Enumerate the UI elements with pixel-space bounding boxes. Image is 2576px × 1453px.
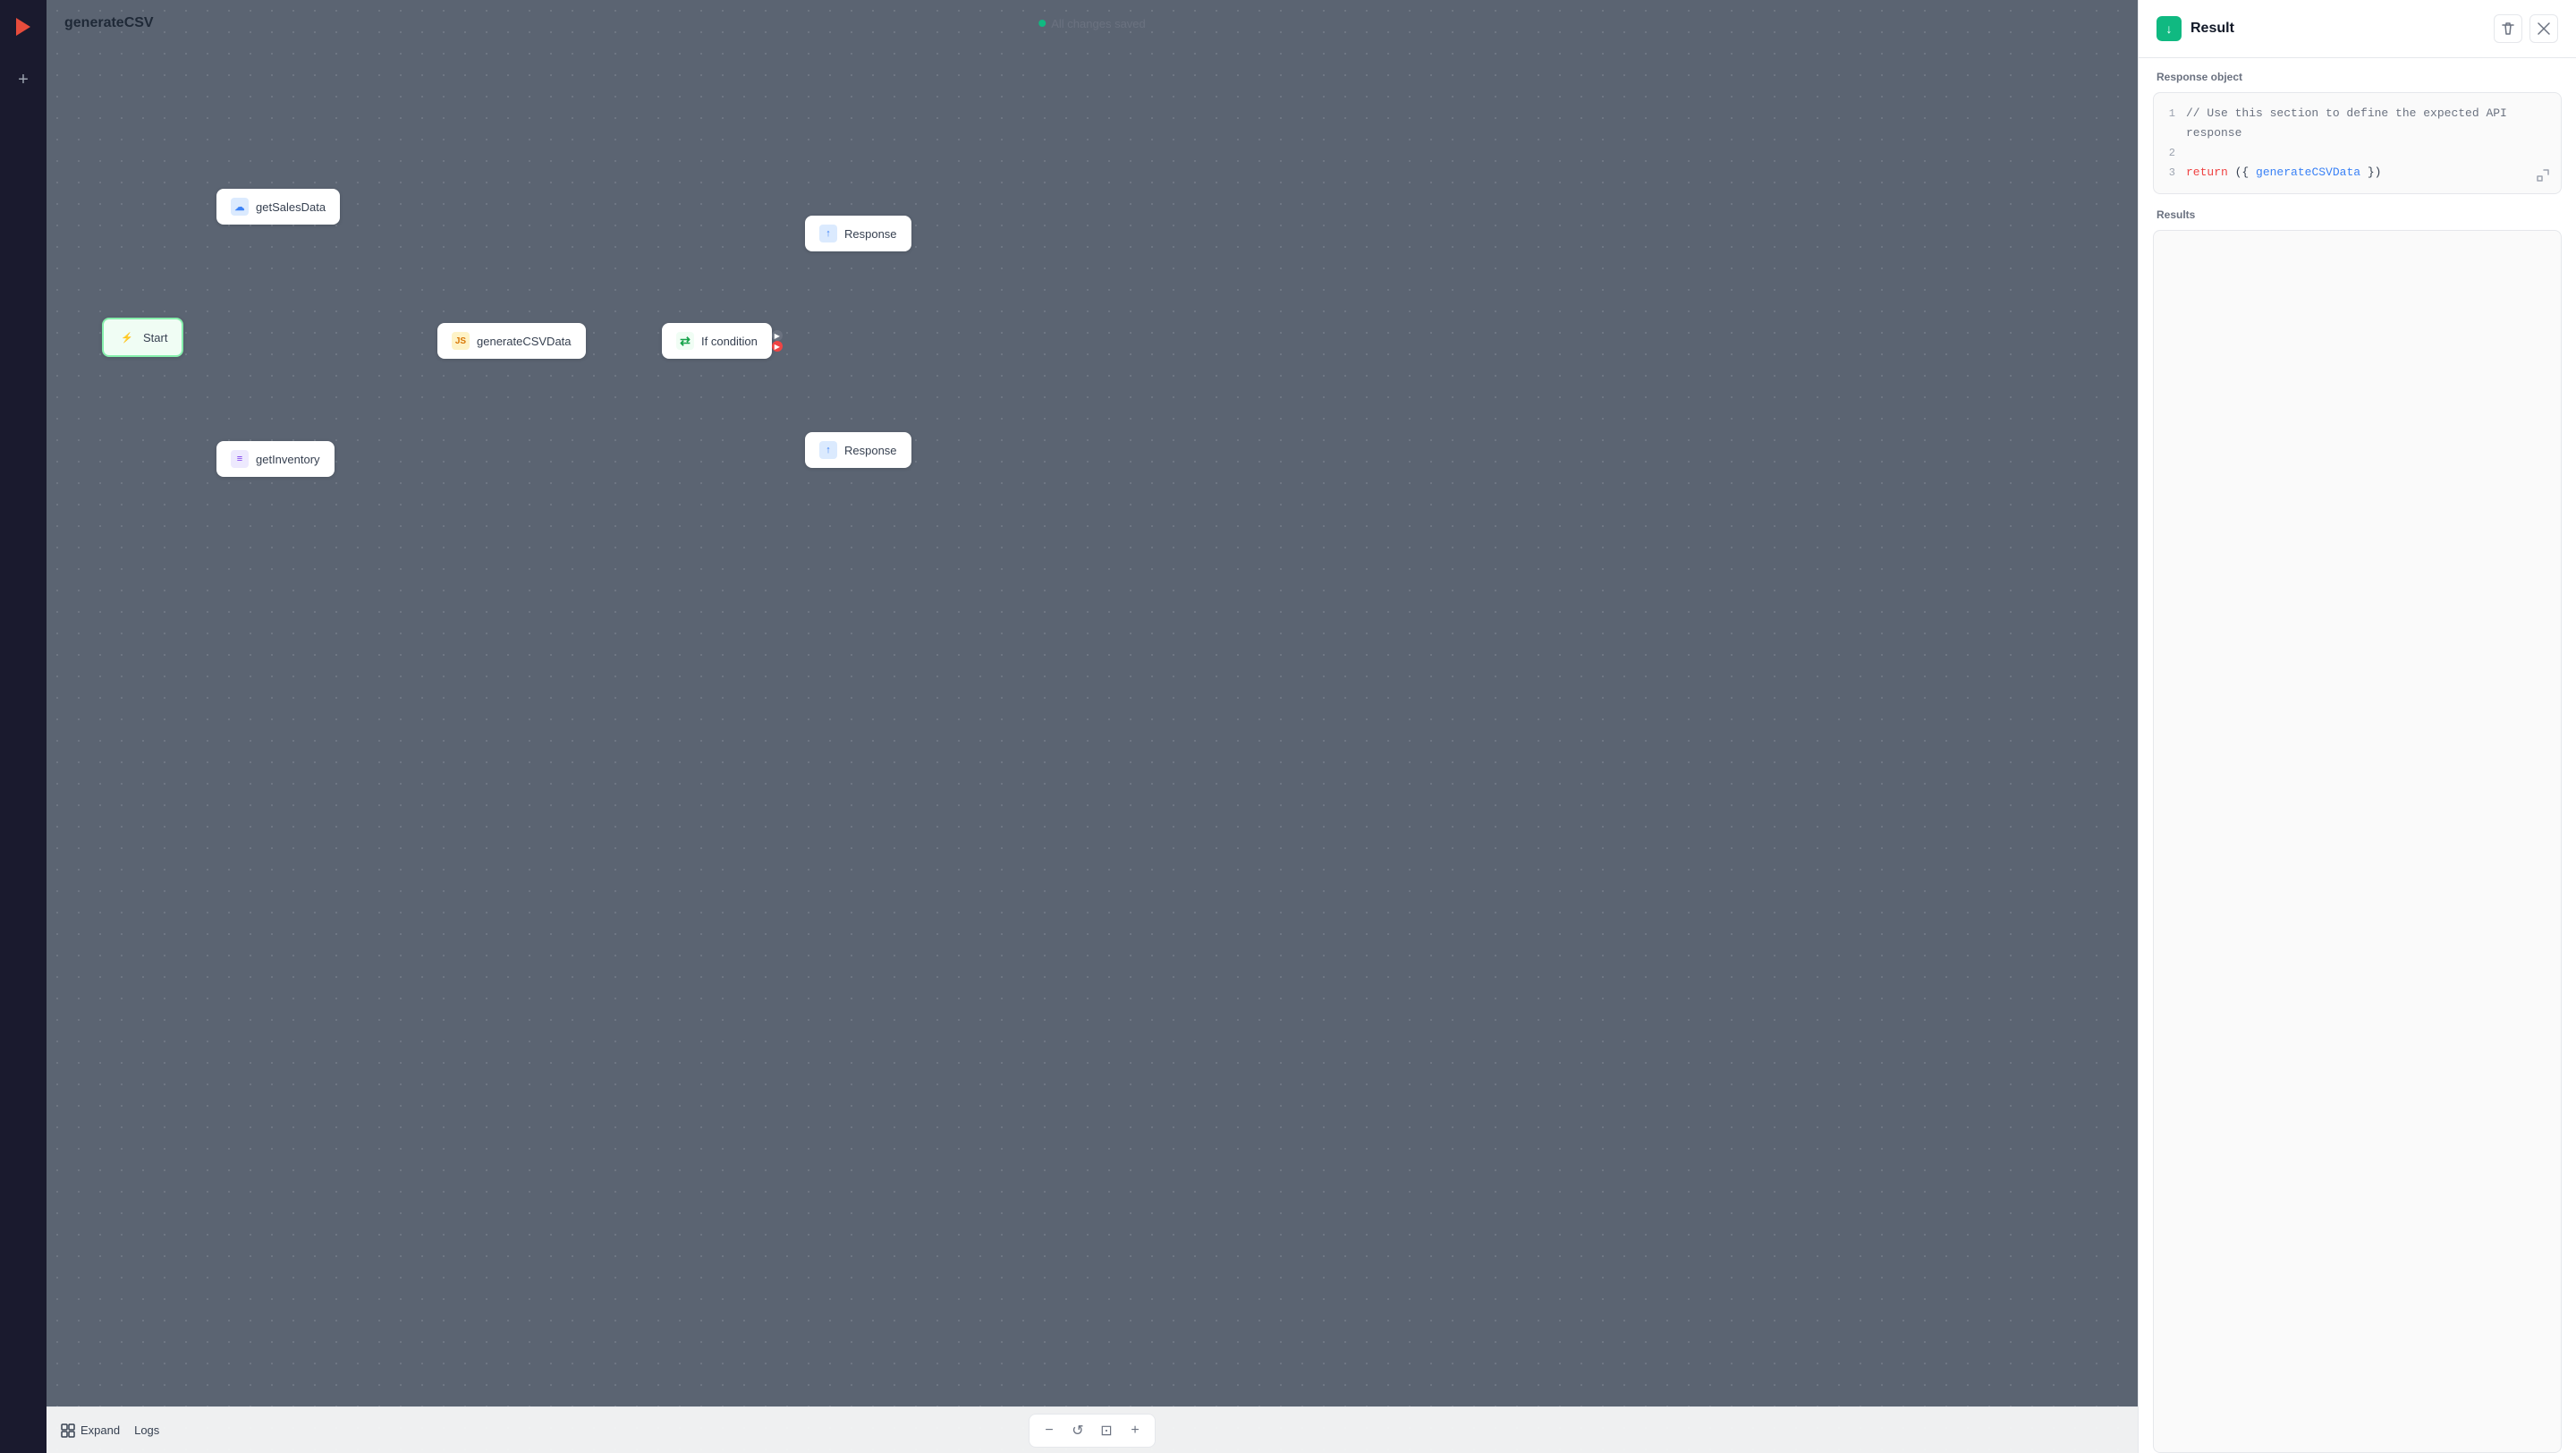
expand-label: Expand	[80, 1423, 120, 1437]
close-button[interactable]	[2529, 14, 2558, 43]
code-line-1-content: // Use this section to define the expect…	[2186, 104, 2550, 143]
generate-csv-data-label: generateCSVData	[477, 335, 572, 348]
node-if-condition[interactable]: ⇄ If condition ▶ ▶	[662, 323, 772, 359]
line-number-3: 3	[2154, 163, 2186, 183]
node-response-2[interactable]: ↑ Response	[805, 432, 911, 468]
results-label: Results	[2139, 208, 2576, 230]
if-condition-icon: ⇄	[676, 332, 694, 350]
panel-title-row: ↓ Result	[2157, 16, 2234, 41]
cloud-icon-salesdata: ☁	[231, 198, 249, 216]
canvas-area[interactable]: generateCSV All changes saved	[47, 0, 2138, 1453]
zoom-in-button[interactable]: +	[1124, 1420, 1146, 1441]
status-indicator: All changes saved	[1038, 17, 1146, 30]
node-response-1[interactable]: ↑ Response	[805, 216, 911, 251]
delete-button[interactable]	[2494, 14, 2522, 43]
zoom-fit-button[interactable]: ⊡	[1096, 1420, 1117, 1441]
logo-icon[interactable]	[11, 14, 36, 45]
response2-icon: ↑	[819, 441, 837, 459]
zoom-reset-button[interactable]: ↺	[1067, 1420, 1089, 1441]
line-number-2: 2	[2154, 143, 2186, 163]
start-node-label: Start	[143, 331, 167, 344]
node-generate-csv-data[interactable]: JS generateCSVData	[437, 323, 586, 359]
line-number-1: 1	[2154, 104, 2186, 123]
flow-canvas: ⚡ Start ☁ getSalesData ≡ getInventory JS…	[47, 0, 2138, 1453]
add-nav-icon[interactable]: +	[18, 70, 29, 90]
db-icon-inventory: ≡	[231, 450, 249, 468]
code-expand-icon[interactable]	[2536, 168, 2554, 186]
response1-icon: ↑	[819, 225, 837, 242]
results-area	[2153, 230, 2562, 1453]
code-line-1: 1 // Use this section to define the expe…	[2154, 104, 2550, 143]
response-object-label: Response object	[2139, 58, 2576, 92]
code-open-brace: ({	[2235, 166, 2250, 179]
result-panel-icon: ↓	[2157, 16, 2182, 41]
code-function-name: generateCSVData	[2256, 166, 2360, 179]
expand-icon	[61, 1423, 75, 1438]
response2-label: Response	[844, 444, 897, 457]
node-get-inventory[interactable]: ≡ getInventory	[216, 441, 335, 477]
node-get-sales-data[interactable]: ☁ getSalesData	[216, 189, 340, 225]
zoom-out-button[interactable]: −	[1038, 1420, 1060, 1441]
js-icon-csvdata: JS	[452, 332, 470, 350]
page-title: generateCSV	[64, 15, 154, 31]
code-close-brace: })	[2368, 166, 2382, 179]
node-start[interactable]: ⚡ Start	[102, 318, 183, 357]
response1-label: Response	[844, 227, 897, 241]
status-dot	[1038, 20, 1046, 27]
code-line-2: 2	[2154, 143, 2550, 163]
get-inventory-label: getInventory	[256, 453, 320, 466]
panel-title: Result	[2190, 21, 2234, 37]
panel-actions	[2494, 14, 2558, 43]
start-node-icon: ⚡	[118, 328, 136, 346]
code-line-3: 3 return ({ generateCSVData })	[2154, 163, 2550, 183]
if-condition-label: If condition	[701, 335, 758, 348]
results-section: Results	[2139, 208, 2576, 1453]
keyword-return: return	[2186, 166, 2235, 179]
code-line-2-content	[2186, 143, 2550, 163]
expand-button[interactable]: Expand	[61, 1423, 120, 1438]
code-content: 1 // Use this section to define the expe…	[2154, 93, 2561, 193]
get-sales-data-label: getSalesData	[256, 200, 326, 214]
status-text: All changes saved	[1051, 17, 1146, 30]
panel-header: ↓ Result	[2139, 0, 2576, 58]
bottom-toolbar: Expand Logs − ↺ ⊡ +	[47, 1406, 2138, 1453]
right-panel: ↓ Result Response object 1 // Use this s…	[2138, 0, 2576, 1453]
sidebar: +	[0, 0, 47, 1453]
code-line-3-content: return ({ generateCSVData })	[2186, 163, 2550, 183]
header: generateCSV All changes saved	[47, 0, 2138, 47]
code-editor[interactable]: 1 // Use this section to define the expe…	[2153, 92, 2562, 194]
zoom-controls: − ↺ ⊡ +	[1029, 1414, 1156, 1448]
code-editor-footer	[2536, 168, 2554, 186]
logs-button[interactable]: Logs	[134, 1423, 159, 1437]
